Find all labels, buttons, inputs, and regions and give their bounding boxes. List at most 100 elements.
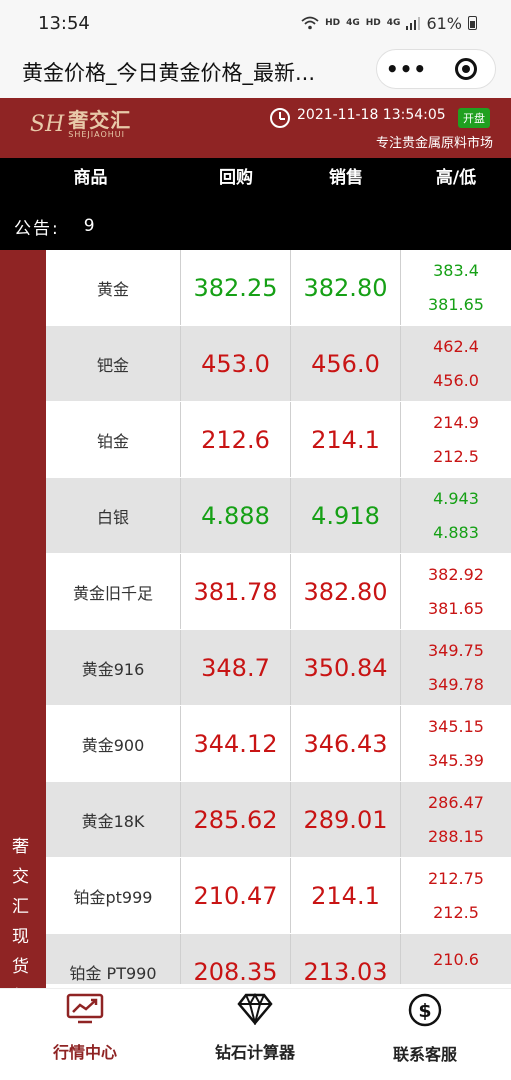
buyback-price: 381.78 xyxy=(181,554,291,629)
high-price: 382.92 xyxy=(428,565,484,585)
high-low-cell: 210.6 xyxy=(401,934,511,984)
side-banner: 奢交汇现货行 xyxy=(0,250,46,988)
high-low-cell: 349.75 349.78 xyxy=(401,630,511,705)
table-row[interactable]: 黄金916 348.7 350.84 349.75 349.78 xyxy=(46,630,511,706)
sell-price: 213.03 xyxy=(291,934,401,984)
high-price: 210.6 xyxy=(433,950,479,969)
notice-bar: 公告: 9 xyxy=(0,202,511,250)
high-price: 286.47 xyxy=(428,793,484,813)
low-price: 349.78 xyxy=(428,674,484,694)
sell-price: 350.84 xyxy=(291,630,401,705)
market-datetime: 2021-11-18 13:54:05 xyxy=(297,107,446,123)
buyback-price: 4.888 xyxy=(181,478,291,553)
product-name: 黄金900 xyxy=(46,706,181,781)
sell-price: 456.0 xyxy=(291,326,401,401)
low-price: 381.65 xyxy=(428,294,484,314)
sell-price: 214.1 xyxy=(291,402,401,477)
header-product: 商品 xyxy=(73,168,108,188)
high-price: 462.4 xyxy=(433,337,479,357)
high-price: 345.15 xyxy=(428,717,484,737)
header-buyback: 回购 xyxy=(219,168,253,188)
sell-price: 4.918 xyxy=(291,478,401,553)
notice-label: 公告: xyxy=(14,218,60,239)
high-low-cell: 4.943 4.883 xyxy=(401,478,511,553)
table-row[interactable]: 黄金旧千足 381.78 382.80 382.92 381.65 xyxy=(46,554,511,630)
brand-header: SH 奢交汇 SHEJIAOHUI 2021-11-18 13:54:05 开盘… xyxy=(0,98,511,158)
tab-market-center[interactable]: 行情中心 xyxy=(0,989,170,1080)
buyback-price: 453.0 xyxy=(181,326,291,401)
close-target-icon xyxy=(454,58,477,80)
header-sell: 销售 xyxy=(329,168,363,188)
low-price: 288.15 xyxy=(428,826,484,846)
buyback-price: 210.47 xyxy=(181,858,291,933)
product-name: 铂金 xyxy=(46,402,181,477)
buyback-price: 348.7 xyxy=(181,630,291,705)
high-low-cell: 214.9 212.5 xyxy=(401,402,511,477)
low-price: 212.5 xyxy=(433,446,479,466)
table-row[interactable]: 钯金 453.0 456.0 462.4 456.0 xyxy=(46,326,511,402)
wifi-icon xyxy=(301,16,319,30)
bottom-tab-bar: 行情中心 钻石计算器 $ 联系客服 xyxy=(0,988,511,1080)
status-time: 13:54 xyxy=(38,12,90,34)
tab-label: 行情中心 xyxy=(52,1043,117,1062)
sell-price: 289.01 xyxy=(291,782,401,857)
product-name: 钯金 xyxy=(46,326,181,401)
table-row[interactable]: 铂金 PT990 208.35 213.03 210.6 xyxy=(46,934,511,984)
sell-price: 346.43 xyxy=(291,706,401,781)
hd-badge-2: HD xyxy=(365,18,381,28)
signal-icon xyxy=(406,17,421,30)
price-table[interactable]: 黄金 382.25 382.80 383.4 381.65 钯金 453.0 456.0 462… xyxy=(46,250,511,984)
table-header: 商品 回购 销售 高/低 xyxy=(0,158,511,202)
table-row[interactable]: 黄金 382.25 382.80 383.4 381.65 xyxy=(46,250,511,326)
more-button[interactable]: ••• xyxy=(377,57,436,81)
high-price: 383.4 xyxy=(433,261,479,281)
tab-diamond-calculator[interactable]: 钻石计算器 xyxy=(170,989,340,1080)
sell-price: 214.1 xyxy=(291,858,401,933)
network-4g-badge-1: 4G xyxy=(346,18,360,28)
product-name: 铂金 PT990 xyxy=(46,934,181,984)
product-name: 黄金18K xyxy=(46,782,181,857)
table-row[interactable]: 白银 4.888 4.918 4.943 4.883 xyxy=(46,478,511,554)
low-price: 345.39 xyxy=(428,750,484,770)
clock-icon xyxy=(270,108,290,128)
logo-chinese: 奢交汇 xyxy=(68,108,132,132)
diamond-icon xyxy=(237,993,273,1025)
high-low-cell: 286.47 288.15 xyxy=(401,782,511,857)
low-price: 4.883 xyxy=(433,522,479,542)
table-row[interactable]: 铂金pt999 210.47 214.1 212.75 212.5 xyxy=(46,858,511,934)
high-price: 212.75 xyxy=(428,869,484,889)
table-row[interactable]: 黄金900 344.12 346.43 345.15 345.39 xyxy=(46,706,511,782)
product-name: 铂金pt999 xyxy=(46,858,181,933)
low-price: 212.5 xyxy=(433,902,479,922)
buyback-price: 382.25 xyxy=(181,250,291,325)
table-row[interactable]: 铂金 212.6 214.1 214.9 212.5 xyxy=(46,402,511,478)
notice-text: 9 xyxy=(83,216,95,236)
high-price: 4.943 xyxy=(433,489,479,509)
high-low-cell: 345.15 345.39 xyxy=(401,706,511,781)
battery-percent: 61% xyxy=(426,13,462,33)
buyback-price: 285.62 xyxy=(181,782,291,857)
page-title: 黄金价格_今日黄金价格_最新... xyxy=(22,61,316,85)
high-low-cell: 383.4 381.65 xyxy=(401,250,511,325)
table-row[interactable]: 黄金18K 285.62 289.01 286.47 288.15 xyxy=(46,782,511,858)
status-bar: 13:54 HD 4G HD 4G 61% xyxy=(0,0,511,46)
low-price: 381.65 xyxy=(428,598,484,618)
logo-english: SHEJIAOHUI xyxy=(68,130,125,139)
status-indicators: HD 4G HD 4G 61% xyxy=(301,14,477,33)
battery-icon xyxy=(468,16,477,30)
miniprogram-capsule: ••• xyxy=(376,49,496,89)
high-low-cell: 382.92 381.65 xyxy=(401,554,511,629)
market-status-badge: 开盘 xyxy=(458,108,490,128)
high-low-cell: 212.75 212.5 xyxy=(401,858,511,933)
dollar-icon: $ xyxy=(408,993,442,1027)
logo-mark-icon: SH xyxy=(30,112,65,137)
close-button[interactable] xyxy=(436,58,495,80)
product-name: 黄金916 xyxy=(46,630,181,705)
tab-customer-service[interactable]: $ 联系客服 xyxy=(340,989,510,1080)
side-banner-text: 奢交汇现货行 xyxy=(12,837,29,988)
product-name: 黄金 xyxy=(46,250,181,325)
sell-price: 382.80 xyxy=(291,250,401,325)
brand-logo: SH 奢交汇 SHEJIAOHUI xyxy=(30,110,131,139)
tab-label: 钻石计算器 xyxy=(214,1043,295,1062)
sell-price: 382.80 xyxy=(291,554,401,629)
